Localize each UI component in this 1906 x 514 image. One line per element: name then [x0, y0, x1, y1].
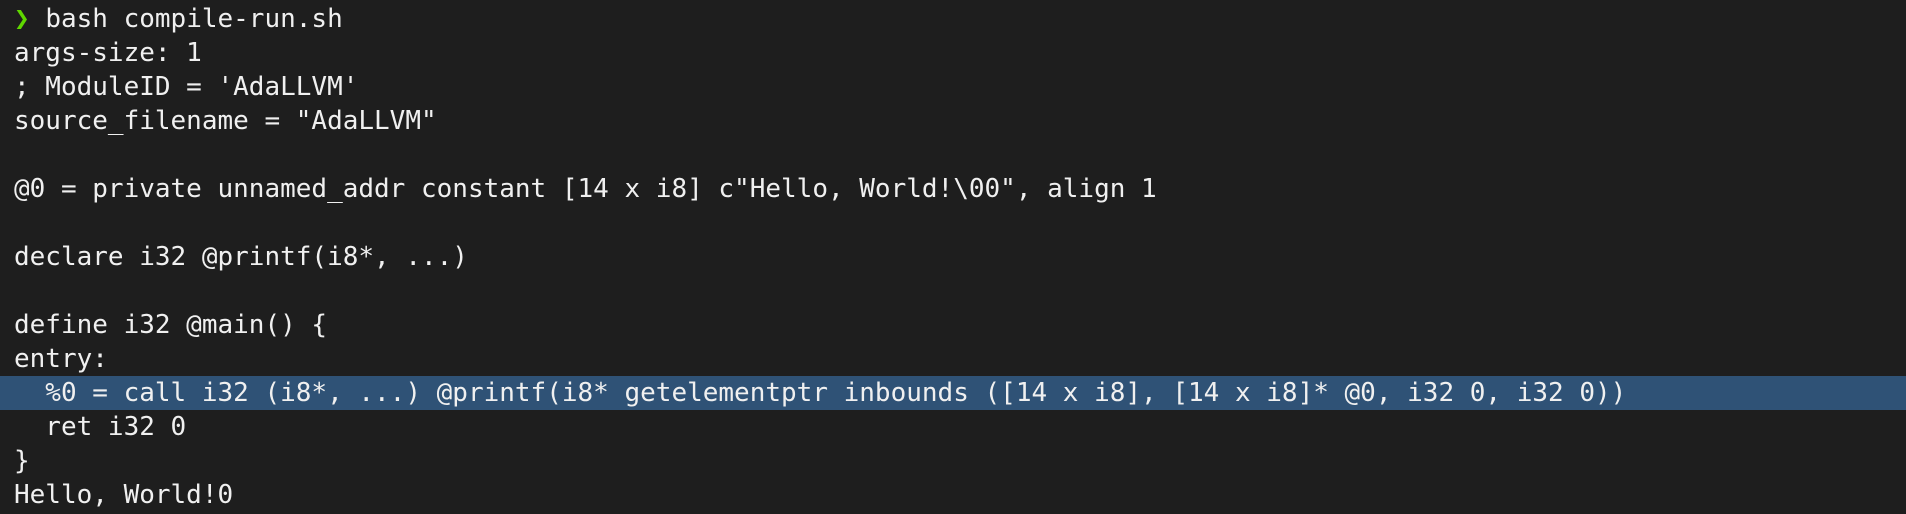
output-line: } [14, 446, 30, 476]
output-line: ret i32 0 [14, 412, 187, 442]
output-line: args-size: 1 [14, 38, 202, 68]
selected-output-line: %0 = call i32 (i8*, ...) @printf(i8* get… [0, 376, 1906, 410]
prompt-chevron-icon: ❯ [14, 4, 30, 34]
terminal-window[interactable]: ❯ bash compile-run.sh args-size: 1 ; Mod… [0, 0, 1906, 514]
output-line: source_filename = "AdaLLVM" [14, 106, 437, 136]
prompt-command: bash compile-run.sh [45, 4, 343, 34]
output-line: @0 = private unnamed_addr constant [14 x… [14, 174, 1157, 204]
output-line: define i32 @main() { [14, 310, 328, 340]
prompt-line: ❯ bash compile-run.sh [0, 2, 1906, 36]
output-line: entry: [14, 344, 108, 374]
output-line: ; ModuleID = 'AdaLLVM' [14, 72, 359, 102]
output-line: declare i32 @printf(i8*, ...) [14, 242, 468, 272]
output-line: Hello, World!0 [14, 480, 234, 510]
